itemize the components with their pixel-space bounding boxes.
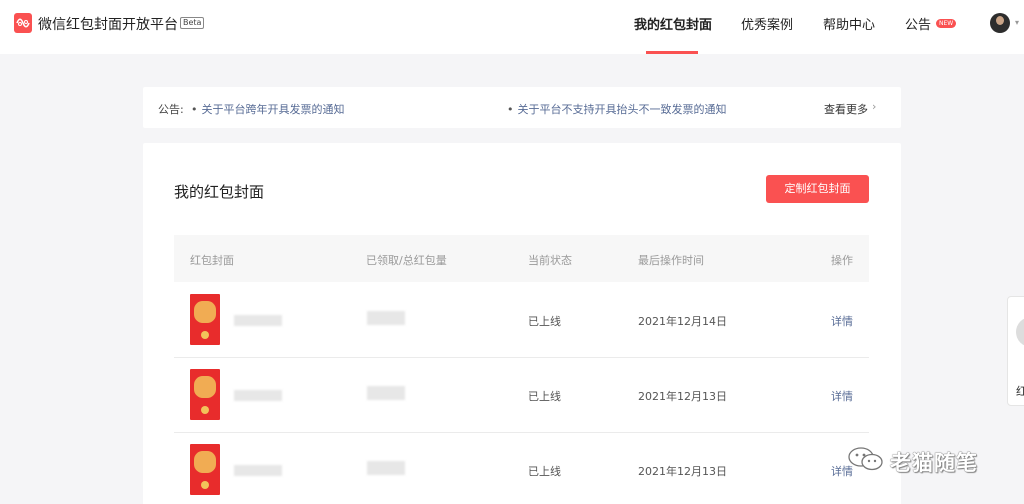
table-row: 已上线 2021年12月13日 详情: [174, 433, 869, 504]
side-widget-avatar: [1016, 317, 1024, 347]
nav-showcase[interactable]: 优秀案例: [741, 14, 793, 33]
nav-my-covers[interactable]: 我的红包封面: [634, 14, 712, 33]
side-widget-label: 红: [1016, 385, 1024, 398]
last-modified-time: 2021年12月13日: [638, 390, 727, 403]
beta-badge: Beta: [180, 17, 205, 29]
user-avatar[interactable]: [990, 13, 1010, 33]
last-modified-time: 2021年12月13日: [638, 465, 727, 478]
view-more-link[interactable]: 查看更多: [824, 101, 868, 117]
blurred-claim-count: [367, 386, 405, 400]
table-row: 已上线 2021年12月14日 详情: [174, 283, 869, 358]
column-header-claimed-total: 已领取/总红包量: [366, 254, 447, 267]
create-cover-button[interactable]: 定制红包封面: [766, 175, 869, 203]
blurred-claim-count: [367, 311, 405, 325]
red-packet-logo-icon[interactable]: [14, 13, 32, 33]
cover-thumbnail[interactable]: [190, 444, 220, 495]
blurred-claim-count: [367, 461, 405, 475]
status-text: 已上线: [528, 315, 561, 328]
active-nav-indicator: [646, 51, 698, 54]
nav-announcements[interactable]: 公告: [905, 14, 931, 33]
column-header-status: 当前状态: [528, 254, 572, 267]
last-modified-time: 2021年12月14日: [638, 315, 727, 328]
cover-thumbnail[interactable]: [190, 294, 220, 345]
status-text: 已上线: [528, 465, 561, 478]
announcement-link-2[interactable]: 关于平台不支持开具抬头不一致发票的通知: [507, 101, 727, 117]
blurred-cover-name: [234, 315, 282, 326]
wechat-logo-icon: [846, 445, 886, 477]
announcement-link-1[interactable]: 关于平台跨年开具发票的通知: [191, 101, 345, 117]
announcement-bar: 公告: 关于平台跨年开具发票的通知 关于平台不支持开具抬头不一致发票的通知 查看…: [143, 87, 901, 128]
nav-help-center[interactable]: 帮助中心: [823, 14, 875, 33]
chevron-right-icon[interactable]: ›: [872, 100, 876, 113]
new-badge: NEW: [936, 19, 957, 28]
platform-title[interactable]: 微信红包封面开放平台: [38, 14, 178, 34]
watermark-text: 老猫随笔: [890, 451, 978, 475]
status-text: 已上线: [528, 390, 561, 403]
blurred-cover-name: [234, 390, 282, 401]
page-title: 我的红包封面: [174, 183, 265, 201]
column-header-action: 操作: [831, 254, 853, 267]
detail-link[interactable]: 详情: [831, 313, 853, 329]
detail-link[interactable]: 详情: [831, 388, 853, 404]
floating-side-widget[interactable]: 红: [1007, 296, 1024, 406]
table-row: 已上线 2021年12月13日 详情: [174, 358, 869, 433]
chevron-down-icon[interactable]: ▾: [1015, 18, 1019, 27]
table-header: 红包封面 已领取/总红包量 当前状态 最后操作时间 操作: [174, 235, 869, 282]
cover-thumbnail[interactable]: [190, 369, 220, 420]
column-header-cover: 红包封面: [190, 254, 234, 267]
top-navigation-bar: 微信红包封面开放平台 Beta 我的红包封面 优秀案例 帮助中心 公告 NEW …: [0, 0, 1024, 54]
column-header-last-modified: 最后操作时间: [638, 254, 704, 267]
blurred-cover-name: [234, 465, 282, 476]
my-covers-card: 我的红包封面 定制红包封面 红包封面 已领取/总红包量 当前状态 最后操作时间 …: [143, 143, 901, 504]
announcement-label: 公告:: [158, 103, 184, 116]
